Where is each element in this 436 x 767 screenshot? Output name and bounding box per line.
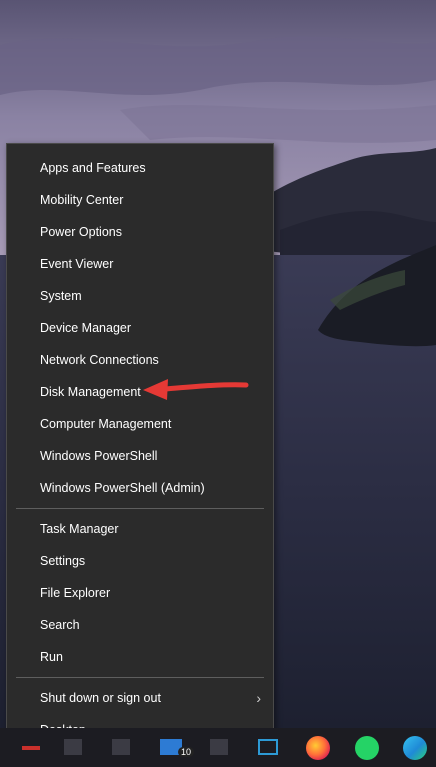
menu-item-power-options[interactable]: Power Options (7, 216, 273, 248)
taskbar-app-icon[interactable] (22, 746, 40, 750)
menu-item-file-explorer[interactable]: File Explorer (7, 577, 273, 609)
menu-item-disk-management[interactable]: Disk Management (7, 376, 273, 408)
menu-item-apps-and-features[interactable]: Apps and Features (7, 152, 273, 184)
menu-item-settings[interactable]: Settings (7, 545, 273, 577)
menu-separator (16, 677, 264, 678)
power-user-menu: Apps and Features Mobility Center Power … (6, 143, 274, 751)
menu-item-windows-powershell-admin[interactable]: Windows PowerShell (Admin) (7, 472, 273, 504)
whatsapp-icon[interactable] (355, 736, 379, 760)
menu-item-search[interactable]: Search (7, 609, 273, 641)
desktop: Apps and Features Mobility Center Power … (0, 0, 436, 767)
taskbar-app-icon[interactable] (210, 739, 228, 755)
taskbar-app-icon[interactable] (258, 739, 278, 755)
taskbar-app-icon[interactable] (112, 739, 130, 755)
menu-item-shut-down-or-sign-out[interactable]: Shut down or sign out › (7, 682, 273, 714)
menu-item-system[interactable]: System (7, 280, 273, 312)
menu-item-label: Shut down or sign out (40, 691, 161, 705)
menu-item-windows-powershell[interactable]: Windows PowerShell (7, 440, 273, 472)
taskbar: 10 (0, 728, 436, 767)
menu-item-mobility-center[interactable]: Mobility Center (7, 184, 273, 216)
menu-item-run[interactable]: Run (7, 641, 273, 673)
menu-item-event-viewer[interactable]: Event Viewer (7, 248, 273, 280)
menu-item-device-manager[interactable]: Device Manager (7, 312, 273, 344)
taskbar-app-icon[interactable] (64, 739, 82, 755)
menu-item-computer-management[interactable]: Computer Management (7, 408, 273, 440)
edge-icon[interactable] (403, 736, 427, 760)
firefox-icon[interactable] (306, 736, 330, 760)
menu-separator (16, 508, 264, 509)
taskbar-badge: 10 (178, 747, 195, 757)
menu-item-task-manager[interactable]: Task Manager (7, 513, 273, 545)
menu-item-network-connections[interactable]: Network Connections (7, 344, 273, 376)
chevron-right-icon: › (256, 690, 261, 706)
